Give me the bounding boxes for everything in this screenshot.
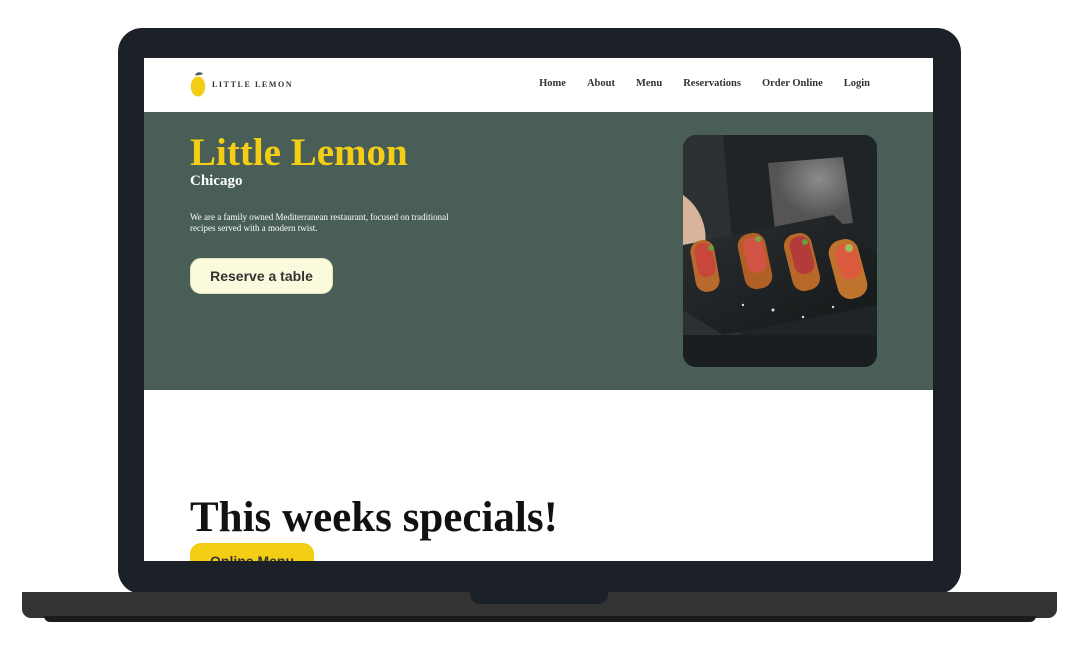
- nav-about[interactable]: About: [587, 78, 615, 89]
- bruschetta-photo: [683, 135, 877, 367]
- nav-login[interactable]: Login: [844, 78, 870, 89]
- site-logo[interactable]: LITTLE LEMON: [190, 71, 293, 97]
- nav-home[interactable]: Home: [539, 78, 566, 89]
- nav-menu[interactable]: Menu: [636, 78, 662, 89]
- specials-heading: This weeks specials!: [190, 494, 558, 541]
- laptop-notch: [470, 592, 608, 604]
- nav-order-online[interactable]: Order Online: [762, 78, 823, 89]
- hero-section: Little Lemon Chicago We are a family own…: [144, 112, 933, 390]
- laptop-base-shadow: [44, 616, 1036, 622]
- hero-title: Little Lemon: [190, 131, 408, 174]
- online-menu-button[interactable]: Online Menu: [190, 543, 314, 561]
- browser-viewport: LITTLE LEMON Home About Menu Reservation…: [144, 58, 933, 561]
- nav-reservations[interactable]: Reservations: [683, 78, 741, 89]
- lemon-logo-icon: [190, 72, 206, 97]
- brand-name: LITTLE LEMON: [212, 79, 294, 89]
- hero-subtitle: Chicago: [190, 173, 243, 189]
- main-nav: Home About Menu Reservations Order Onlin…: [539, 78, 870, 89]
- reserve-table-button[interactable]: Reserve a table: [190, 258, 333, 294]
- site-header: LITTLE LEMON Home About Menu Reservation…: [144, 58, 933, 112]
- hero-description: We are a family owned Mediterranean rest…: [190, 212, 449, 233]
- hero-food-image: [683, 135, 877, 367]
